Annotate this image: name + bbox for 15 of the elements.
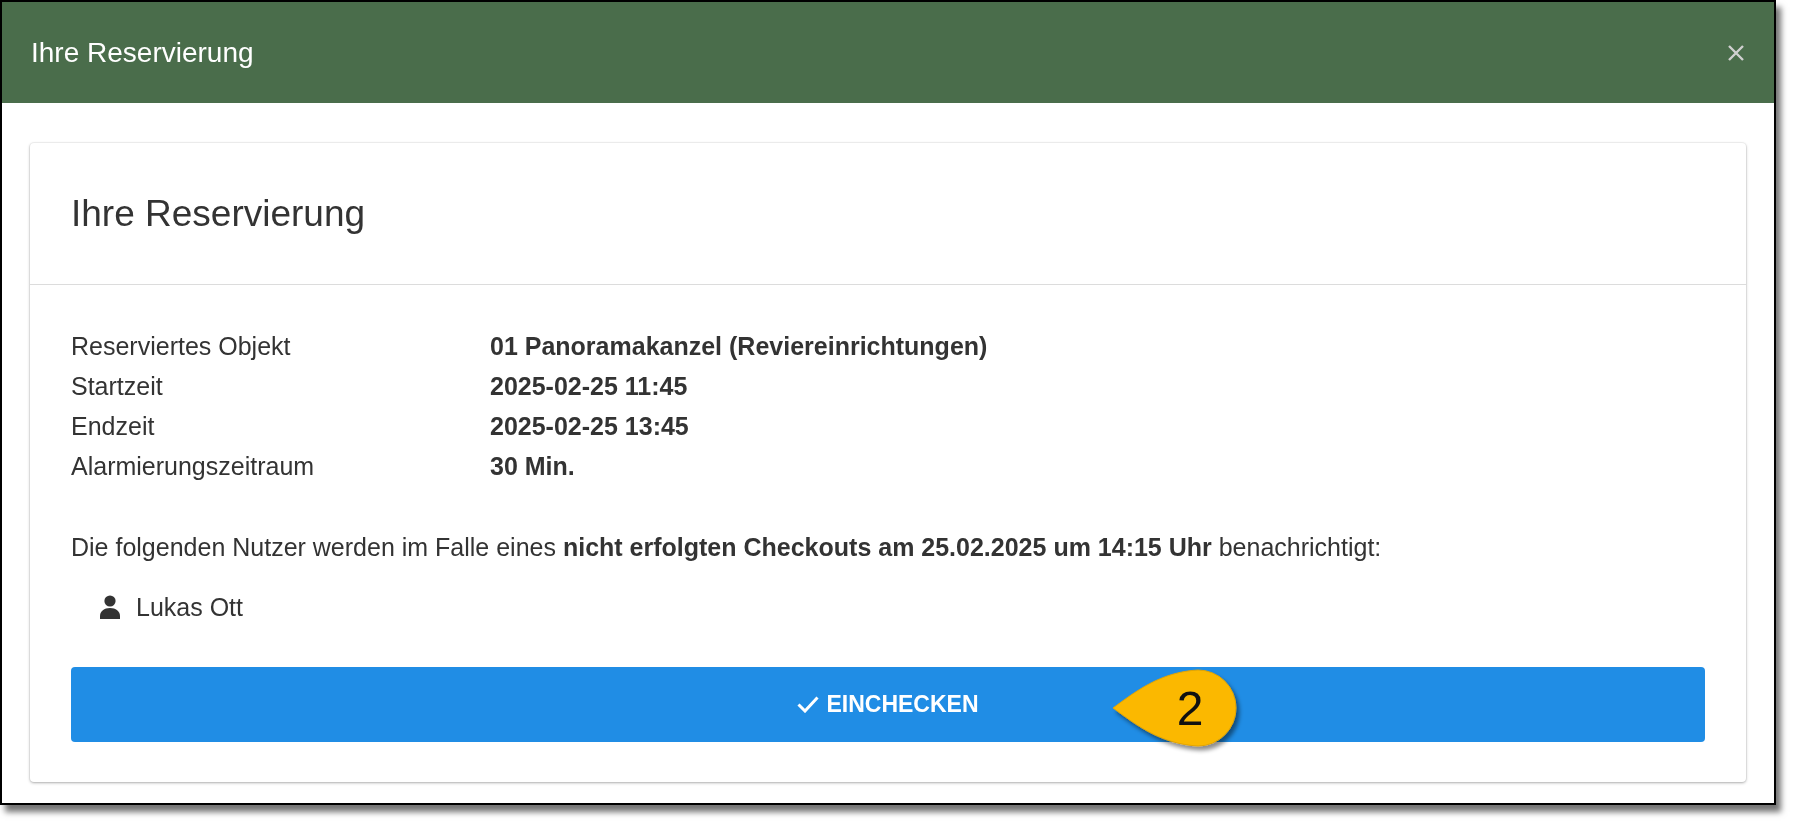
detail-label: Endzeit (71, 411, 156, 442)
detail-value: 2025-02-25 11:45 (490, 371, 689, 402)
notice-text: Die folgenden Nutzer werden im Falle eines nicht erfolgten Checkouts am 25.02.2025 um 14:15 Uhr benachrichtigt: (71, 532, 1383, 563)
user-icon (100, 595, 120, 619)
dialog-title: Ihre Reservierung (31, 36, 254, 69)
detail-label: Startzeit (71, 371, 164, 402)
card-title: Ihre Reservierung (71, 192, 366, 235)
detail-label: Alarmierungszeitraum (71, 451, 316, 482)
detail-value: 2025-02-25 13:45 (490, 411, 690, 442)
detail-value: 30 Min. (490, 451, 576, 482)
detail-label: Reserviertes Objekt (71, 331, 292, 362)
detail-value: 01 Panoramakanzel (Reviereinrichtungen) (490, 331, 988, 362)
check-icon (797, 696, 820, 713)
user-name: Lukas Ott (136, 592, 243, 623)
close-icon (1727, 43, 1745, 62)
